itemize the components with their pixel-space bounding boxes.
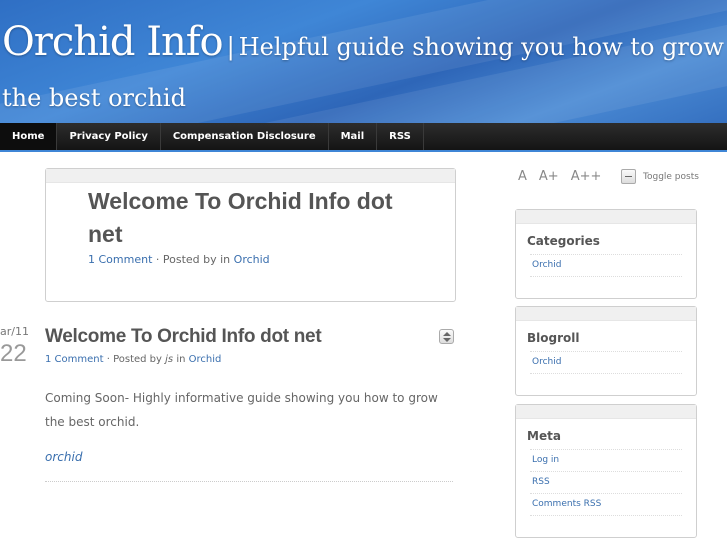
toggle-posts-control[interactable]: Toggle posts bbox=[621, 169, 699, 184]
site-name[interactable]: Orchid Info bbox=[2, 19, 224, 65]
nav-mail[interactable]: Mail bbox=[329, 123, 378, 150]
widget-blogroll: Blogroll Orchid bbox=[515, 306, 697, 396]
main-nav: Home Privacy Policy Compensation Disclos… bbox=[0, 123, 727, 152]
nav-rss[interactable]: RSS bbox=[377, 123, 424, 150]
post-divider bbox=[45, 481, 453, 482]
post-comments-link[interactable]: 1 Comment bbox=[45, 354, 104, 365]
widget-topbar bbox=[516, 405, 696, 419]
categories-orchid-link[interactable]: Orchid bbox=[532, 260, 561, 270]
font-size-large[interactable]: A+ bbox=[539, 169, 559, 184]
post-title[interactable]: Welcome To Orchid Info dot net bbox=[45, 326, 322, 348]
nav-compensation-disclosure[interactable]: Compensation Disclosure bbox=[161, 123, 329, 150]
post-toggle-icon[interactable] bbox=[439, 329, 454, 344]
post-date-day: 22 bbox=[0, 340, 27, 367]
widget-list: Orchid bbox=[530, 254, 682, 277]
site-header: Orchid Info | Helpful guide showing you ho… bbox=[0, 0, 727, 123]
font-size-normal[interactable]: A bbox=[518, 169, 527, 184]
nav-home[interactable]: Home bbox=[0, 123, 58, 150]
widget-topbar bbox=[516, 210, 696, 224]
font-size-controls: A A+ A++ bbox=[518, 169, 601, 184]
post-category-link[interactable]: Orchid bbox=[189, 354, 222, 365]
box-topbar bbox=[46, 169, 455, 183]
minus-icon[interactable] bbox=[621, 169, 636, 184]
toggle-posts-label[interactable]: Toggle posts bbox=[643, 172, 699, 182]
list-item: Orchid bbox=[530, 254, 682, 277]
post-tag-link[interactable]: orchid bbox=[45, 450, 82, 464]
featured-category-link[interactable]: Orchid bbox=[234, 253, 270, 266]
nav-privacy-policy[interactable]: Privacy Policy bbox=[57, 123, 161, 150]
font-size-larger[interactable]: A++ bbox=[571, 169, 602, 184]
widget-title: Meta bbox=[527, 429, 561, 443]
featured-comments-link[interactable]: 1 Comment bbox=[88, 253, 152, 266]
list-item: RSS bbox=[530, 472, 682, 494]
widget-title: Categories bbox=[527, 234, 600, 248]
widget-title: Blogroll bbox=[527, 331, 580, 345]
post-posted-by: · Posted by bbox=[103, 354, 166, 365]
post-date-month: ar/11 bbox=[0, 325, 29, 338]
post-author: js bbox=[165, 354, 174, 365]
title-separator: | bbox=[226, 33, 235, 61]
widget-list: Orchid bbox=[530, 351, 682, 374]
widget-list: Log in RSS Comments RSS bbox=[530, 449, 682, 516]
meta-rss-link[interactable]: RSS bbox=[532, 477, 550, 487]
blogroll-orchid-link[interactable]: Orchid bbox=[532, 357, 561, 367]
featured-post-meta: 1 Comment · Posted by in Orchid bbox=[88, 253, 270, 266]
list-item: Orchid bbox=[530, 351, 682, 374]
post-in: in bbox=[173, 354, 189, 365]
list-item: Log in bbox=[530, 449, 682, 472]
widget-categories: Categories Orchid bbox=[515, 209, 697, 299]
widget-meta: Meta Log in RSS Comments RSS bbox=[515, 404, 697, 538]
featured-meta-text: · Posted by in bbox=[152, 253, 234, 266]
list-item: Comments RSS bbox=[530, 494, 682, 516]
featured-post-box: Welcome To Orchid Info dot net 1 Comment… bbox=[45, 168, 456, 302]
post-meta: 1 Comment · Posted by js in Orchid bbox=[45, 354, 221, 365]
meta-comments-rss-link[interactable]: Comments RSS bbox=[532, 499, 601, 509]
site-title[interactable]: Orchid Info | Helpful guide showing you ho… bbox=[2, 18, 724, 123]
widget-topbar bbox=[516, 307, 696, 321]
featured-post-title[interactable]: Welcome To Orchid Info dot net bbox=[88, 185, 428, 251]
post-body: Coming Soon- Highly informative guide sh… bbox=[45, 391, 438, 429]
meta-login-link[interactable]: Log in bbox=[532, 455, 559, 465]
